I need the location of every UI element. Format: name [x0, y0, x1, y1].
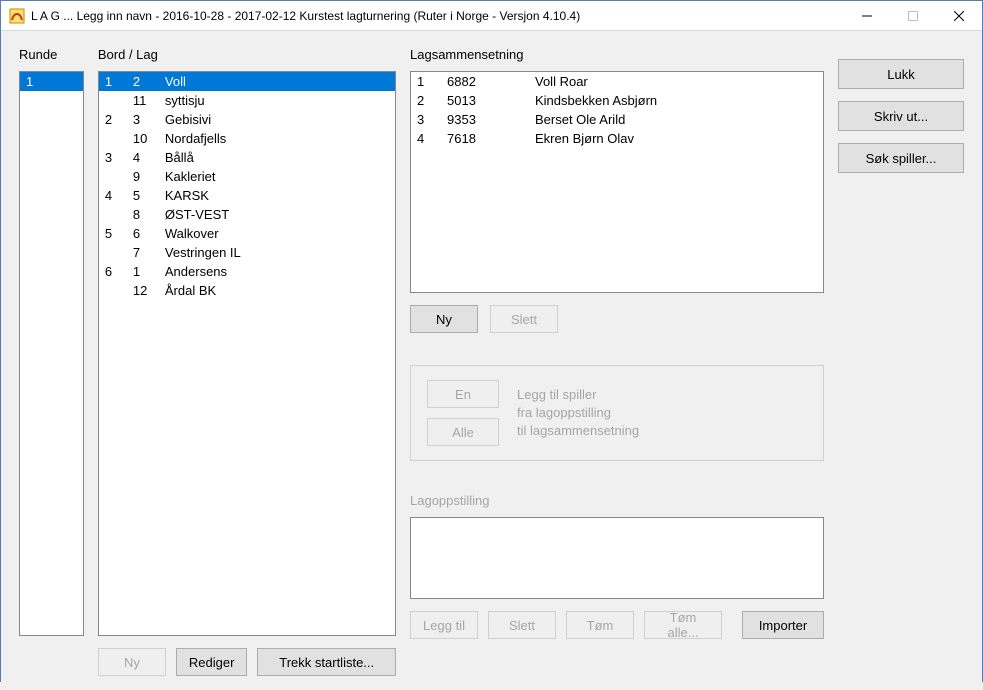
- bord-lag-label: Bord / Lag: [98, 47, 396, 65]
- en-button: En: [427, 380, 499, 408]
- app-window: L A G ... Legg inn navn - 2016-10-28 - 2…: [0, 0, 983, 682]
- bord-lag-row[interactable]: 34Bållå: [99, 148, 395, 167]
- rediger-button[interactable]: Rediger: [176, 648, 248, 676]
- close-button[interactable]: [936, 1, 982, 31]
- right-column: Lagsammensetning 16882Voll Roar25013Kind…: [410, 47, 824, 676]
- runde-list[interactable]: 1: [19, 71, 84, 636]
- bord-lag-row[interactable]: 9Kakleriet: [99, 167, 395, 186]
- bord-lag-row[interactable]: 56Walkover: [99, 224, 395, 243]
- legg-til-spiller-groupbox: En Alle Legg til spiller fra lagoppstill…: [410, 365, 824, 461]
- bord-lag-list[interactable]: 12Voll11syttisju23Gebisivi10Nordafjells3…: [98, 71, 396, 636]
- importer-button[interactable]: Importer: [742, 611, 824, 639]
- maximize-button: [890, 1, 936, 31]
- lagsammensetning-row[interactable]: 16882Voll Roar: [411, 72, 823, 91]
- bord-lag-row[interactable]: 45KARSK: [99, 186, 395, 205]
- bord-lag-row[interactable]: 11syttisju: [99, 91, 395, 110]
- side-buttons: Lukk Skriv ut... Søk spiller...: [838, 47, 964, 676]
- bord-lag-column: Bord / Lag 12Voll11syttisju23Gebisivi10N…: [98, 47, 396, 676]
- bord-lag-row[interactable]: 10Nordafjells: [99, 129, 395, 148]
- trekk-startliste-button[interactable]: Trekk startliste...: [257, 648, 396, 676]
- bord-lag-buttons: Ny Rediger Trekk startliste...: [98, 648, 396, 676]
- groupbox-text: Legg til spiller fra lagoppstilling til …: [517, 386, 639, 440]
- groupbox-line3: til lagsammensetning: [517, 422, 639, 440]
- groupbox-line2: fra lagoppstilling: [517, 404, 639, 422]
- lukk-button[interactable]: Lukk: [838, 59, 964, 89]
- sok-spiller-button[interactable]: Søk spiller...: [838, 143, 964, 173]
- lagsammensetning-buttons: Ny Slett: [410, 305, 824, 333]
- ny-button: Ny: [98, 648, 166, 676]
- bord-lag-row[interactable]: 7Vestringen IL: [99, 243, 395, 262]
- legg-til-button: Legg til: [410, 611, 478, 639]
- titlebar: L A G ... Legg inn navn - 2016-10-28 - 2…: [1, 1, 982, 31]
- lagsammensetning-row[interactable]: 25013Kindsbekken Asbjørn: [411, 91, 823, 110]
- groupbox-line1: Legg til spiller: [517, 386, 639, 404]
- skriv-ut-button[interactable]: Skriv ut...: [838, 101, 964, 131]
- lagsammensetning-row[interactable]: 39353Berset Ole Arild: [411, 110, 823, 129]
- window-controls: [844, 1, 982, 31]
- bord-lag-row[interactable]: 61Andersens: [99, 262, 395, 281]
- content-area: Runde 1 Bord / Lag 12Voll11syttisju23Geb…: [1, 31, 982, 690]
- lagoppstilling-slett-button: Slett: [488, 611, 556, 639]
- lagoppstilling-list[interactable]: [410, 517, 824, 599]
- lagsammensetning-label: Lagsammensetning: [410, 47, 824, 65]
- lagoppstilling-buttons: Legg til Slett Tøm Tøm alle... Importer: [410, 611, 824, 639]
- tom-alle-button: Tøm alle...: [644, 611, 722, 639]
- runde-column: Runde 1: [19, 47, 84, 676]
- bord-lag-row[interactable]: 8ØST-VEST: [99, 205, 395, 224]
- lagsammensetning-row[interactable]: 47618Ekren Bjørn Olav: [411, 129, 823, 148]
- bord-lag-row[interactable]: 23Gebisivi: [99, 110, 395, 129]
- alle-button: Alle: [427, 418, 499, 446]
- tom-button: Tøm: [566, 611, 634, 639]
- minimize-button[interactable]: [844, 1, 890, 31]
- lagsammensetning-ny-button[interactable]: Ny: [410, 305, 478, 333]
- lagsammensetning-list[interactable]: 16882Voll Roar25013Kindsbekken Asbjørn39…: [410, 71, 824, 293]
- runde-row[interactable]: 1: [20, 72, 83, 91]
- bord-lag-row[interactable]: 12Voll: [99, 72, 395, 91]
- lagoppstilling-label: Lagoppstilling: [410, 493, 824, 511]
- app-icon: [9, 8, 25, 24]
- lagsammensetning-slett-button: Slett: [490, 305, 558, 333]
- runde-label: Runde: [19, 47, 84, 65]
- window-title: L A G ... Legg inn navn - 2016-10-28 - 2…: [31, 9, 844, 23]
- bord-lag-row[interactable]: 12Årdal BK: [99, 281, 395, 300]
